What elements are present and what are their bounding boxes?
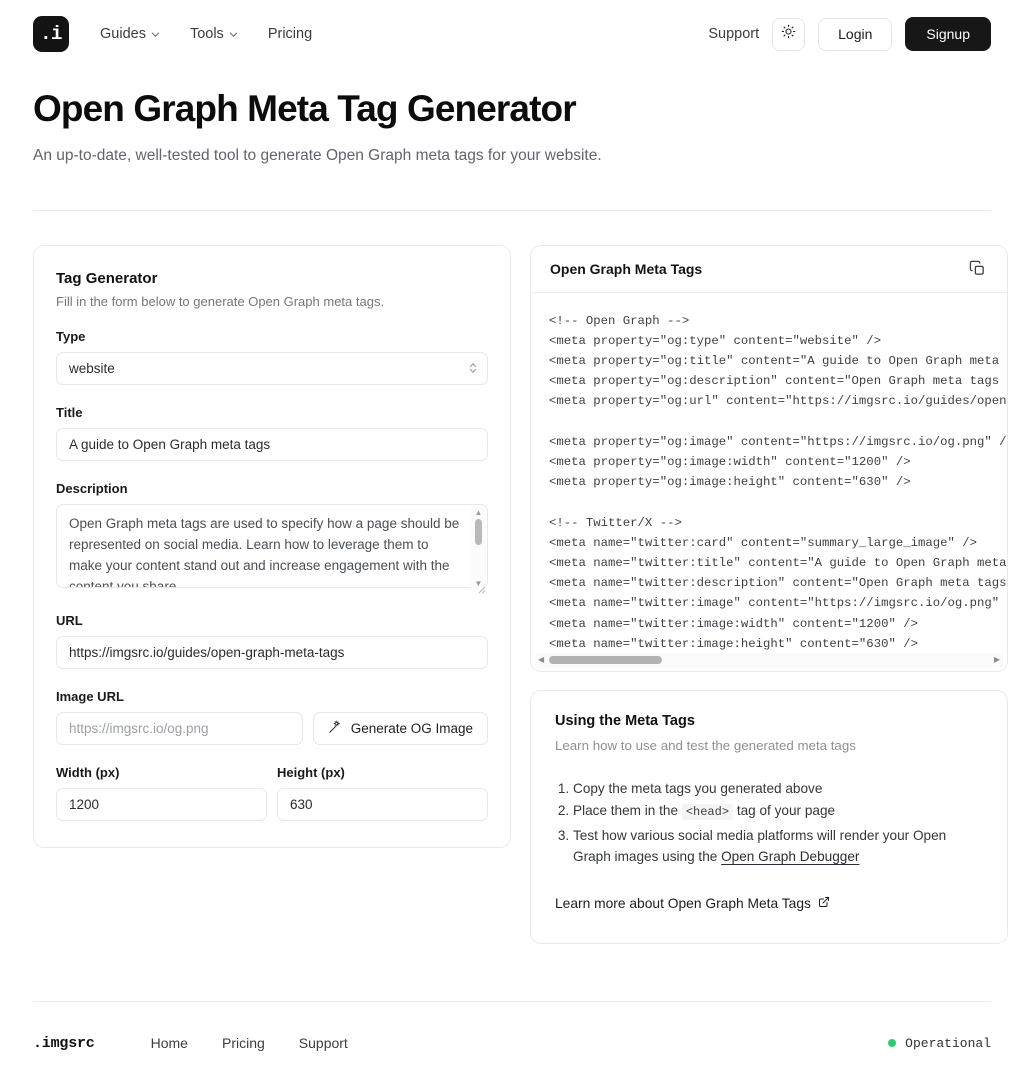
using-meta-tags-card: Using the Meta Tags Learn how to use and… [530,689,1008,944]
page-title: Open Graph Meta Tag Generator [33,88,577,129]
type-label: Type [56,328,86,344]
step-2-suffix: tag of your page [736,803,836,819]
step-1-text: Copy the meta tags you generated above [573,780,823,796]
generate-og-image-label: Generate OG Image [350,720,473,736]
scroll-right-arrow-icon[interactable]: ▶ [991,656,1003,664]
width-field: Width (px) [56,765,267,821]
description-textarea-wrapper: ▲ ▼ [56,503,488,593]
site-header: .i Guides Tools Pricing Support Login Si… [0,0,1024,68]
generate-og-image-button[interactable]: Generate OG Image [312,711,488,745]
page-root: .i Guides Tools Pricing Support Login Si… [0,0,1024,1084]
using-steps-list: Copy the meta tags you generated above P… [555,778,983,868]
signup-button[interactable]: Signup [905,17,991,51]
hero-section: Open Graph Meta Tag Generator An up-to-d… [0,68,1024,165]
height-label: Height (px) [277,764,345,780]
nav-item-label: Guides [100,26,146,42]
status-label: Operational [905,1035,991,1051]
type-field: Type [56,329,488,385]
tag-generator-subtitle: Fill in the form below to generate Open … [56,293,385,309]
image-url-input[interactable] [56,711,303,745]
image-url-label: Image URL [56,688,124,704]
chevron-down-icon [229,30,238,39]
status-badge: Operational [888,1036,991,1051]
description-textarea[interactable] [56,503,488,588]
list-item: Copy the meta tags you generated above [573,778,983,800]
nav-item-label: Tools [189,26,224,42]
meta-tags-code-body: <!-- Open Graph --> <meta property="og:t… [531,293,1007,671]
url-input[interactable] [56,635,488,669]
step-2-prefix: Place them in the [573,803,679,819]
scrollbar-thumb[interactable] [475,518,482,545]
meta-tags-card: Open Graph Meta Tags <!-- Open Graph -->… [530,244,1008,672]
footer-link-home[interactable]: Home [151,1035,188,1051]
chevron-down-icon [151,30,160,39]
magic-wand-icon [328,720,342,737]
title-input[interactable] [56,427,488,461]
type-select-wrapper [56,351,488,385]
login-button-label: Login [838,26,873,42]
list-item: Test how various social media platforms … [573,825,983,868]
header-actions: Support Login Signup [708,17,991,51]
scrollbar-thumb[interactable] [549,656,663,665]
title-field: Title [56,405,488,461]
footer-link-support[interactable]: Support [299,1035,348,1051]
scroll-left-arrow-icon[interactable]: ◀ [535,656,547,664]
using-title: Using the Meta Tags [555,712,695,729]
scroll-up-arrow-icon[interactable]: ▲ [475,508,483,517]
meta-tags-code[interactable]: <!-- Open Graph --> <meta property="og:t… [531,311,1007,651]
open-graph-debugger-link[interactable]: Open Graph Debugger [721,849,859,864]
output-column: Open Graph Meta Tags <!-- Open Graph -->… [530,244,1008,944]
type-select[interactable] [56,351,488,385]
footer-brand[interactable]: .imgsrc [33,1035,95,1052]
dimensions-row: Width (px) Height (px) [56,765,488,821]
tag-generator-card: Tag Generator Fill in the form below to … [33,244,511,848]
using-subtitle: Learn how to use and test the generated … [555,737,856,753]
logo[interactable]: .i [33,16,69,52]
description-label: Description [56,480,128,496]
footer-link-pricing[interactable]: Pricing [222,1035,265,1051]
learn-more-label: Learn more about Open Graph Meta Tags [555,895,811,911]
tag-generator-title: Tag Generator [56,269,158,287]
code-horizontal-scrollbar[interactable]: ◀ ▶ [535,652,1003,668]
url-field: URL [56,613,488,669]
image-url-row: Generate OG Image [56,711,488,745]
width-label: Width (px) [56,764,120,780]
copy-icon[interactable] [966,258,988,280]
learn-more-link[interactable]: Learn more about Open Graph Meta Tags [555,896,830,911]
signup-button-label: Signup [926,26,970,42]
height-field: Height (px) [277,765,488,821]
image-url-field: Image URL Generate OG Image [56,689,488,745]
resize-handle-icon[interactable] [475,581,486,593]
url-label: URL [56,612,83,628]
description-scrollbar[interactable]: ▲ ▼ [471,505,486,591]
nav-item-pricing[interactable]: Pricing [268,26,312,42]
sun-icon [781,24,796,44]
nav-item-guides[interactable]: Guides [100,26,160,42]
page-subtitle: An up-to-date, well-tested tool to gener… [33,146,602,164]
status-dot-icon [888,1039,897,1047]
width-input[interactable] [56,787,267,821]
site-footer: .imgsrc Home Pricing Support Operational [0,1002,1024,1084]
nav-item-support[interactable]: Support [708,26,759,42]
nav-item-label: Pricing [267,26,313,42]
meta-tags-title: Open Graph Meta Tags [550,260,703,277]
height-input[interactable] [277,787,488,821]
login-button[interactable]: Login [818,17,893,51]
list-item: Place them in the <head> tag of your pag… [573,800,983,824]
meta-tags-header: Open Graph Meta Tags [531,246,1007,293]
primary-nav: Guides Tools Pricing [100,26,312,42]
external-link-icon [818,896,830,911]
description-field: Description ▲ ▼ [56,481,488,593]
title-label: Title [56,404,83,420]
footer-links: Home Pricing Support [151,1035,348,1051]
nav-item-tools[interactable]: Tools [190,26,238,42]
form-column: Tag Generator Fill in the form below to … [33,244,511,848]
main-content: Tag Generator Fill in the form below to … [0,211,1024,944]
theme-toggle-button[interactable] [772,17,806,51]
head-tag-code: <head> [681,804,734,821]
